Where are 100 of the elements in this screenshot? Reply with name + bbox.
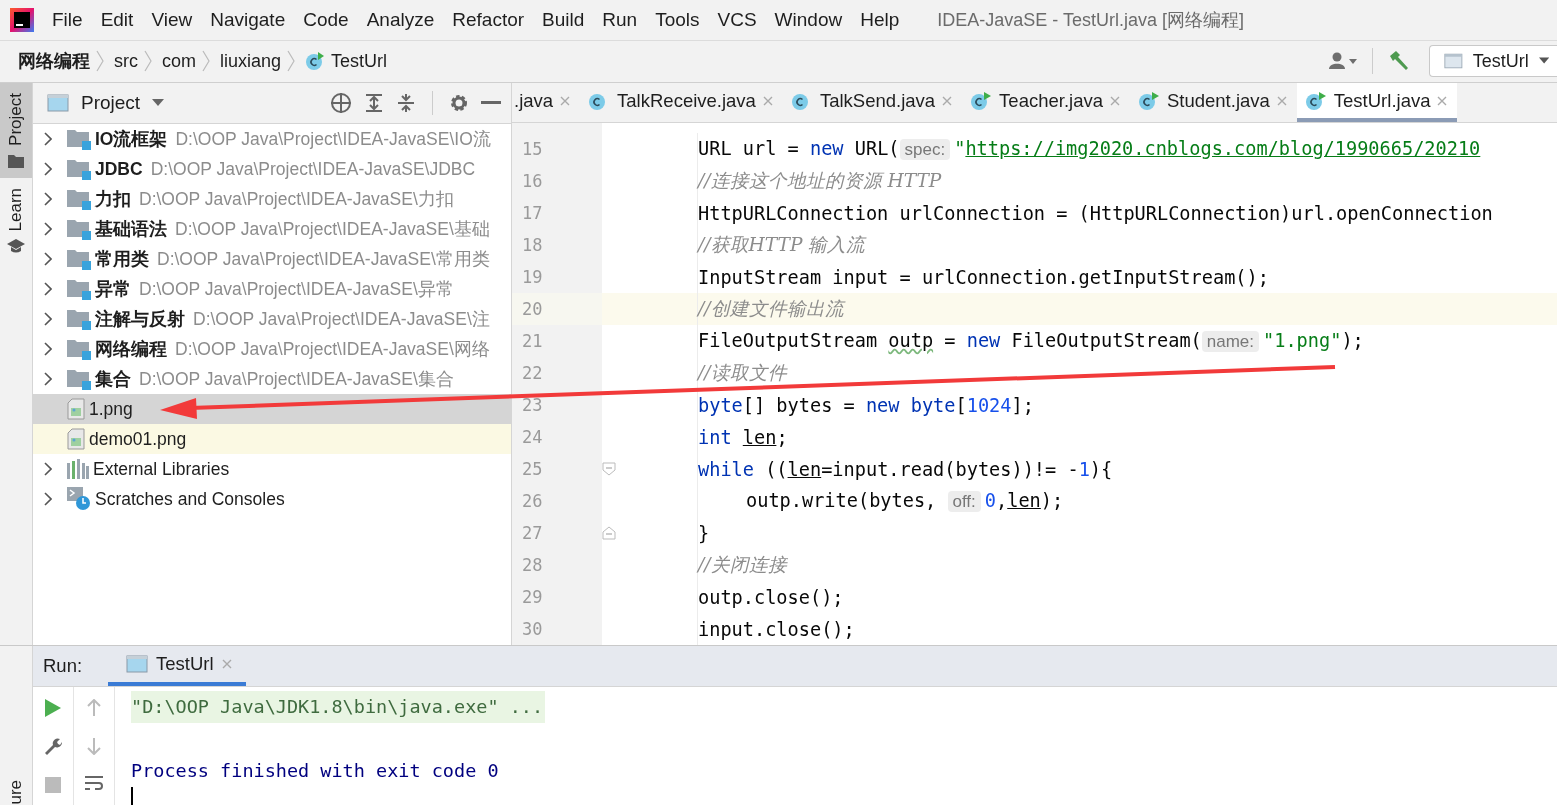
tree-item[interactable]: demo01.png [33, 424, 511, 454]
tree-item-name: demo01.png [89, 428, 187, 450]
line-number: 19 [521, 268, 544, 286]
tree-item[interactable]: 常用类 D:\OOP Java\Project\IDEA-JavaSE\常用类 [33, 244, 511, 274]
user-dropdown-icon[interactable] [1328, 51, 1358, 72]
chevron-right-icon[interactable] [44, 192, 52, 206]
line-number: 15 [521, 140, 544, 158]
tree-item[interactable]: Scratches and Consoles [33, 484, 511, 514]
folder-icon [67, 248, 91, 270]
tree-item[interactable]: 注解与反射 D:\OOP Java\Project\IDEA-JavaSE\注 [33, 304, 511, 334]
tree-item-name: 1.png [89, 398, 133, 420]
line-number: 29 [521, 588, 544, 606]
module-path: D:\OOP Java\Project\IDEA-JavaSE\集合 [139, 368, 454, 391]
chevron-right-icon [144, 50, 152, 73]
chevron-right-icon[interactable] [44, 312, 52, 326]
editor-tab[interactable]: TalkSend.java [782, 83, 963, 122]
tree-item[interactable]: 集合 D:\OOP Java\Project\IDEA-JavaSE\集合 [33, 364, 511, 394]
menu-item[interactable]: Run [602, 8, 638, 31]
chevron-right-icon[interactable] [44, 162, 52, 176]
crosshair-icon[interactable] [330, 92, 352, 114]
soft-wrap-icon[interactable] [84, 775, 104, 791]
menu-item[interactable]: Help [860, 8, 900, 31]
tree-item[interactable]: 基础语法 D:\OOP Java\Project\IDEA-JavaSE\基础 [33, 214, 511, 244]
chevron-right-icon[interactable] [44, 372, 52, 386]
class-icon [1304, 90, 1327, 111]
line-number: 28 [521, 556, 544, 574]
fold-marker-icon[interactable] [602, 526, 616, 540]
breadcrumb-item[interactable]: com [162, 50, 196, 72]
chevron-right-icon [287, 50, 296, 73]
menu-item[interactable]: Navigate [210, 8, 286, 31]
folder-icon [67, 158, 91, 180]
collapse-all-icon[interactable] [396, 93, 416, 113]
editor-tab[interactable]: TestUrl.java [1296, 83, 1458, 122]
tree-item[interactable]: IO流框架 D:\OOP Java\Project\IDEA-JavaSE\IO流 [33, 124, 511, 154]
panel-title[interactable]: Project [81, 92, 141, 114]
tool-window-tab[interactable]: Learn [0, 177, 32, 264]
menu-item[interactable]: VCS [717, 8, 757, 31]
module-path: D:\OOP Java\Project\IDEA-JavaSE\网络 [175, 338, 490, 361]
folder-icon [67, 128, 91, 150]
tree-item[interactable]: 力扣 D:\OOP Java\Project\IDEA-JavaSE\力扣 [33, 184, 511, 214]
menu-item[interactable]: Edit [100, 8, 134, 31]
window-icon [47, 94, 69, 112]
breadcrumb-item[interactable]: TestUrl [331, 50, 388, 72]
chevron-right-icon[interactable] [44, 492, 52, 506]
run-configuration-dropdown[interactable]: TestUrl [1429, 45, 1557, 78]
tree-item[interactable]: 异常 D:\OOP Java\Project\IDEA-JavaSE\异常 [33, 274, 511, 304]
folder-icon [67, 218, 91, 240]
menu-item[interactable]: File [52, 8, 83, 31]
run-icon[interactable] [45, 699, 61, 717]
editor-tab[interactable]: Teacher.java [962, 83, 1130, 122]
tree-item-name: External Libraries [93, 458, 230, 480]
chevron-right-icon[interactable] [44, 222, 52, 236]
code-line: //获取HTTP 输入流 [698, 233, 866, 257]
menu-item[interactable]: Window [774, 8, 843, 31]
menu-item[interactable]: Build [542, 8, 585, 31]
folder-icon [67, 188, 91, 210]
tool-window-tab[interactable]: Project [0, 83, 32, 178]
menu-item[interactable]: Refactor [452, 8, 525, 31]
code-line: FileOutputStream outp = new FileOutputStream( name: "1.png"); [698, 330, 1364, 352]
breadcrumb-item[interactable]: liuxiang [220, 50, 282, 72]
chevron-right-icon[interactable] [44, 462, 52, 476]
line-number: 26 [521, 492, 544, 510]
wrench-icon[interactable] [43, 737, 63, 757]
breadcrumb-item[interactable]: 网络编程 [18, 49, 90, 74]
editor-tab[interactable]: Student.java [1129, 83, 1297, 122]
line-number: 21 [521, 332, 544, 350]
chevron-right-icon[interactable] [44, 282, 52, 296]
folder-icon [8, 153, 24, 168]
run-tab[interactable]: TestUrl [108, 646, 246, 686]
window-icon [1444, 52, 1463, 71]
class-icon [305, 51, 326, 72]
line-number: 17 [521, 204, 544, 222]
settings-icon[interactable] [449, 93, 469, 113]
editor-tab[interactable]: .java [512, 83, 581, 122]
run-label: Run: [42, 655, 84, 677]
tree-item[interactable]: 网络编程 D:\OOP Java\Project\IDEA-JavaSE\网络 [33, 334, 511, 364]
expand-all-icon[interactable] [364, 93, 384, 113]
tree-item-name: JDBC [95, 158, 143, 180]
tool-window-tab[interactable]: ure [0, 776, 32, 805]
editor-tab[interactable]: TalkReceive.java [580, 83, 783, 122]
menu-item[interactable]: Analyze [366, 8, 435, 31]
minimize-icon[interactable] [481, 101, 501, 105]
module-path: D:\OOP Java\Project\IDEA-JavaSE\常用类 [157, 248, 490, 271]
window-title: IDEA-JavaSE - TestUrl.java [网络编程] [937, 8, 1244, 32]
menu-item[interactable]: Code [303, 8, 349, 31]
line-number: 25 [521, 460, 544, 478]
caret-icon [1538, 57, 1549, 66]
menu-item[interactable]: Tools [655, 8, 700, 31]
class-icon [970, 90, 993, 111]
tree-item[interactable]: External Libraries [33, 454, 511, 484]
line-number: 22 [521, 364, 544, 382]
chevron-right-icon[interactable] [44, 132, 52, 146]
menu-item[interactable]: View [151, 8, 193, 31]
caret-icon[interactable] [152, 99, 165, 107]
breadcrumb-item[interactable]: src [114, 50, 138, 72]
fold-marker-icon[interactable] [602, 462, 616, 476]
line-number: 27 [521, 524, 544, 542]
chevron-right-icon[interactable] [44, 342, 52, 356]
chevron-right-icon[interactable] [44, 252, 52, 266]
tree-item[interactable]: JDBC D:\OOP Java\Project\IDEA-JavaSE\JDBC [33, 154, 511, 184]
